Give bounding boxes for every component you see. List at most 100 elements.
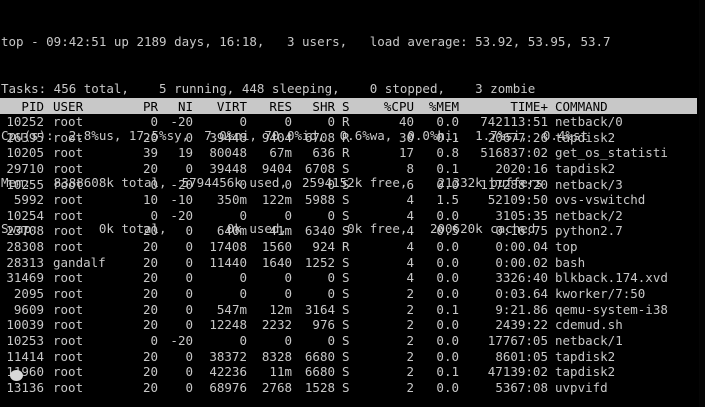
- process-command: blkback.174.xvd: [555, 270, 668, 286]
- process-time: 52109:50: [487, 192, 548, 208]
- process-state: S: [342, 301, 350, 317]
- column-header-virt: VIRT: [216, 99, 247, 114]
- uptime-line: top - 09:42:51 up 2189 days, 16:18, 3 us…: [1, 34, 611, 50]
- process-pid: 13136: [6, 379, 44, 395]
- process-virt: 12248: [209, 317, 247, 333]
- process-nice: 0: [185, 379, 193, 395]
- process-nice: 0: [185, 270, 193, 286]
- process-shr: 6680: [304, 364, 335, 380]
- process-time: 0:00.04: [495, 239, 548, 255]
- process-cpu: 4: [406, 254, 414, 270]
- process-nice: 0: [185, 286, 193, 302]
- process-nice: 0: [185, 364, 193, 380]
- process-pid: 29710: [6, 160, 44, 176]
- process-state: R: [342, 114, 350, 129]
- process-time: 47139:02: [487, 364, 548, 380]
- process-nice: 0: [185, 160, 193, 176]
- process-state: S: [342, 317, 350, 333]
- process-cpu: 4: [406, 239, 414, 255]
- column-header-state: S: [342, 99, 350, 114]
- process-pid: 28313: [6, 254, 44, 270]
- process-cpu: 2: [406, 332, 414, 348]
- process-res: 8328: [261, 348, 292, 364]
- process-nice: -20: [170, 176, 193, 192]
- process-pid: 10039: [6, 317, 44, 333]
- column-header-shr: SHR: [312, 99, 335, 114]
- process-state: S: [342, 207, 350, 223]
- process-cpu: 4: [406, 192, 414, 208]
- process-mem: 0.5: [436, 223, 459, 239]
- column-header-pr: PR: [142, 99, 158, 114]
- process-res: 0: [284, 207, 292, 223]
- process-virt: 0: [239, 332, 247, 348]
- process-time: 516837:02: [480, 145, 548, 161]
- process-res: 0: [284, 286, 292, 302]
- process-state: R: [342, 239, 350, 255]
- process-user: root: [53, 348, 84, 364]
- process-user: root: [53, 332, 84, 348]
- process-row: 5992 root 10 -10 350m 122m 5988 S 4 1.5 52109:50 ov…: [0, 192, 705, 208]
- process-shr: 6708: [304, 160, 335, 176]
- process-user: root: [53, 270, 84, 286]
- process-mem: 0.0: [436, 379, 459, 395]
- process-row: 9609 root 20 0 547m 12m 3164 S 2 0.1 9:21.86 qemu-s…: [0, 302, 705, 318]
- process-virt: 0: [239, 270, 247, 286]
- process-virt: 39448: [209, 129, 247, 145]
- process-shr: 924: [312, 239, 335, 255]
- process-table-header: PID USER PR NI VIRT RES SHR S %CPU %MEM …: [0, 98, 697, 114]
- process-res: 12m: [269, 301, 292, 317]
- process-priority: 0: [150, 114, 158, 129]
- process-pid: 9609: [13, 301, 44, 317]
- process-command: netback/1: [555, 332, 623, 348]
- process-virt: 42236: [209, 364, 247, 380]
- process-time: 17767:05: [487, 332, 548, 348]
- process-priority: 20: [142, 286, 158, 302]
- terminal-screen[interactable]: top - 09:42:51 up 2189 days, 16:18, 3 us…: [0, 0, 705, 407]
- process-command: cdemud.sh: [555, 317, 623, 333]
- process-command: tapdisk2: [555, 364, 616, 380]
- process-time: 2020:16: [495, 160, 548, 176]
- process-user: root: [53, 192, 84, 208]
- process-priority: 20: [142, 129, 158, 145]
- process-mem: 0.0: [436, 176, 459, 192]
- process-user: root: [53, 207, 84, 223]
- process-res: 41m: [269, 223, 292, 239]
- process-virt: 38372: [209, 348, 247, 364]
- process-row: 10254 root 0 -20 0 0 0 S 4 0.0 3105:35 netback/2: [0, 208, 705, 224]
- process-res: 1560: [261, 239, 292, 255]
- process-cpu: 2: [406, 348, 414, 364]
- process-virt: 0: [239, 114, 247, 129]
- process-mem: 0.0: [436, 207, 459, 223]
- process-command: ovs-vswitchd: [555, 192, 646, 208]
- process-row: 26395 root 20 0 39448 9404 6708 R 30 0.1 20677:26 t…: [0, 130, 705, 146]
- process-row: 2095 root 20 0 0 0 0 S 2 0.0 0:03.64 kworker/7:50: [0, 286, 705, 302]
- process-state: S: [342, 379, 350, 395]
- process-shr: 976: [312, 317, 335, 333]
- process-res: 67m: [269, 145, 292, 161]
- process-pid: 2095: [13, 286, 44, 302]
- column-header-pid: PID: [21, 99, 44, 114]
- process-mem: 0.0: [436, 286, 459, 302]
- process-command: bash: [555, 254, 586, 270]
- process-mem: 0.0: [436, 270, 459, 286]
- process-priority: 20: [142, 160, 158, 176]
- process-res: 9404: [261, 160, 292, 176]
- process-row: 10252 root 0 -20 0 0 0 R 40 0.0 742113:51 netback/0: [0, 114, 705, 130]
- process-nice: 0: [185, 317, 193, 333]
- process-cpu: 17: [398, 145, 414, 161]
- process-mem: 0.1: [436, 364, 459, 380]
- mouse-cursor-icon: [10, 370, 23, 381]
- process-time: 0:00.02: [495, 254, 548, 270]
- process-shr: 0: [327, 176, 335, 192]
- process-mem: 0.1: [436, 301, 459, 317]
- process-state: S: [342, 270, 350, 286]
- process-command: top: [555, 239, 578, 255]
- process-mem: 0.0: [436, 114, 459, 129]
- process-priority: 0: [150, 176, 158, 192]
- process-shr: 6680: [304, 348, 335, 364]
- process-pid: 10205: [6, 145, 44, 161]
- process-state: R: [342, 145, 350, 161]
- column-header-res: RES: [269, 99, 292, 114]
- process-priority: 20: [142, 270, 158, 286]
- process-res: 1640: [261, 254, 292, 270]
